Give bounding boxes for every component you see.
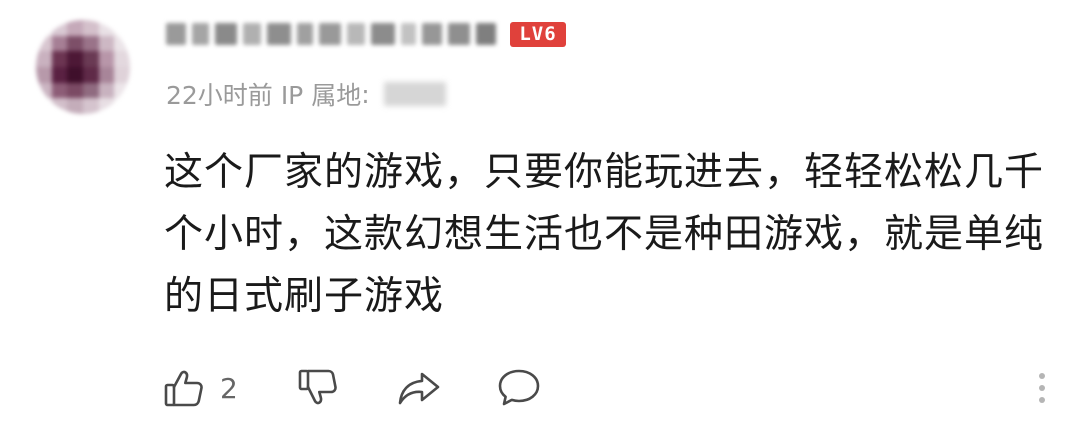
share-button[interactable] — [396, 362, 442, 414]
more-options-button[interactable] — [1022, 368, 1062, 408]
more-vertical-icon — [1039, 373, 1045, 403]
dislike-button[interactable] — [296, 362, 340, 414]
comment-text: 这个厂家的游戏，只要你能玩进去，轻轻松松几千个小时，这款幻想生活也不是种田游戏，… — [164, 150, 1045, 319]
avatar[interactable] — [36, 20, 130, 114]
comment-meta: 22小时前 IP 属地 : — [166, 78, 446, 110]
like-count: 2 — [220, 371, 238, 405]
level-badge: LV6 — [510, 22, 566, 47]
ip-location-value — [383, 82, 446, 106]
comment-card: LV6 22小时前 IP 属地 : 这个厂家的游戏，只要你能玩进去，轻轻松松几千… — [0, 0, 1080, 421]
comment-icon — [496, 366, 542, 410]
share-icon — [396, 366, 442, 410]
timestamp: 22小时前 — [166, 81, 273, 110]
thumb-up-icon — [162, 366, 206, 410]
reply-button[interactable] — [496, 362, 542, 414]
ip-location-separator: : — [361, 79, 370, 109]
ip-location-label: IP 属地 — [280, 81, 362, 110]
comment-actions: 2 — [162, 362, 1062, 414]
like-button[interactable]: 2 — [162, 362, 238, 414]
thumb-down-icon — [296, 366, 340, 410]
username[interactable] — [166, 14, 496, 54]
